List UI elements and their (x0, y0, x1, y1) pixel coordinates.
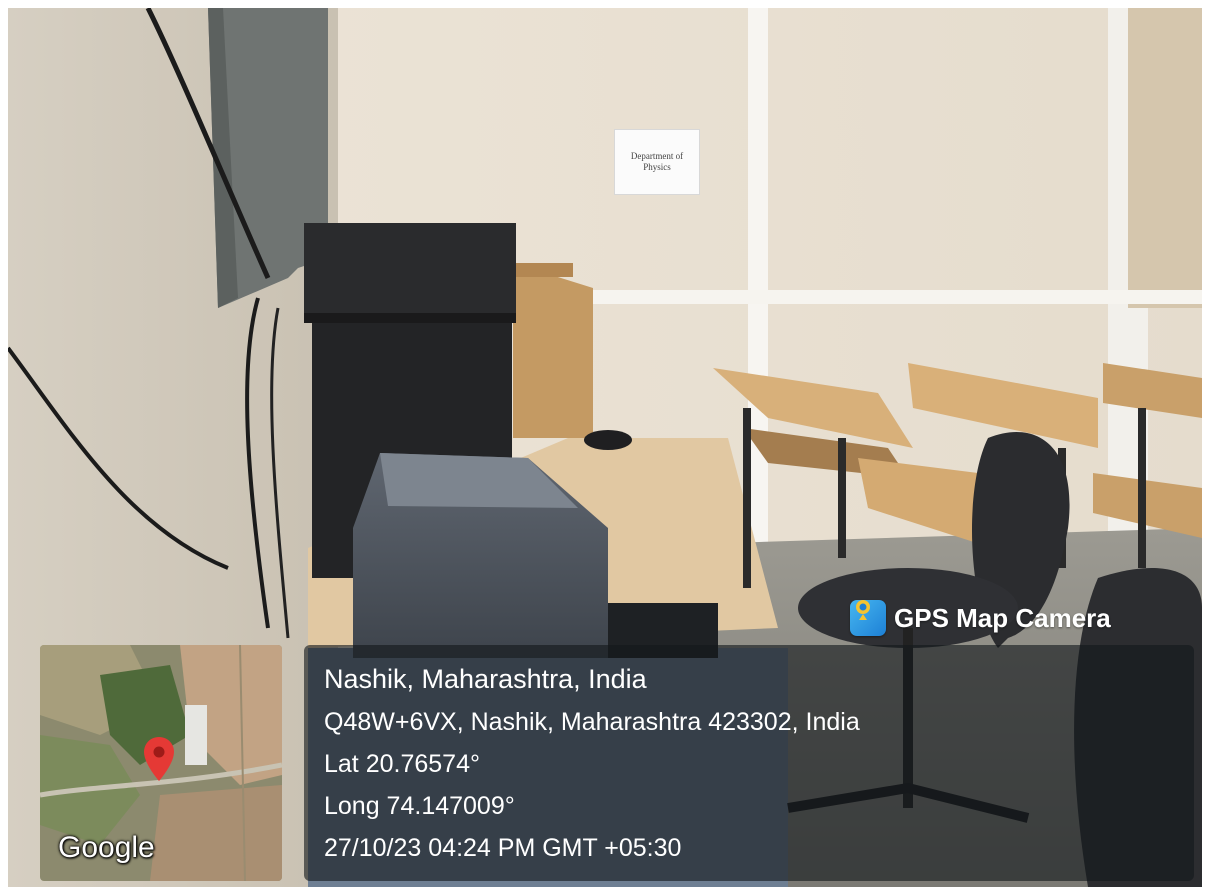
department-sign: Department of Physics (614, 129, 700, 195)
photo: Department of Physics GPS Map Camera Goo… (8, 8, 1202, 887)
sign-line-2: Physics (643, 162, 671, 172)
location-text: Nashik, Maharashtra, India (324, 664, 647, 694)
datetime-text: 27/10/23 04:24 PM GMT +05:30 (324, 834, 682, 862)
sign-line-1: Department of (630, 151, 684, 161)
gps-brand: GPS Map Camera (850, 596, 1111, 640)
mini-map: Google (40, 645, 282, 881)
longitude-text: Long 74.147009° (324, 792, 515, 820)
gps-info-panel: Nashik, Maharashtra, India Q48W+6VX, Nas… (304, 645, 1194, 881)
google-logo: Google (58, 831, 155, 864)
address-text: Q48W+6VX, Nashik, Maharashtra 423302, In… (324, 708, 860, 736)
gps-brand-label: GPS Map Camera (894, 602, 1111, 633)
latitude-text: Lat 20.76574° (324, 750, 480, 778)
map-camera-icon (850, 600, 886, 636)
